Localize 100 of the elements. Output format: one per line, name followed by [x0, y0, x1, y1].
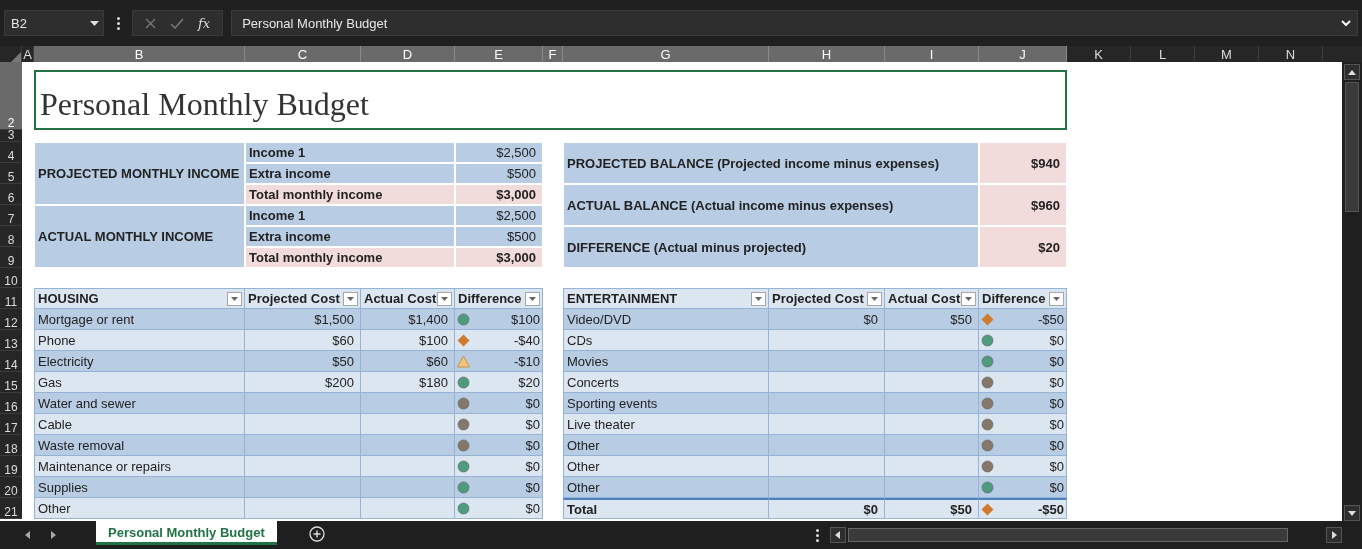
table-cell: Maintenance or repairs [34, 456, 245, 477]
table-cell: Other [563, 435, 769, 456]
table-cell: $0 [769, 498, 885, 519]
more-icon[interactable] [816, 528, 820, 542]
table-cell: $50 [245, 351, 361, 372]
column-header[interactable]: D [361, 46, 455, 62]
row-header[interactable]: 8 [0, 226, 22, 247]
difference-value: $0 [525, 458, 540, 474]
scroll-down-button[interactable] [1344, 505, 1360, 521]
sheet-tab[interactable]: Personal Monthly Budget [96, 521, 277, 545]
section-label: PROJECTED MONTHLY INCOME [34, 142, 245, 205]
row-header[interactable]: 13 [0, 330, 22, 351]
row-header[interactable]: 15 [0, 372, 22, 393]
column-header[interactable]: C [245, 46, 361, 62]
filter-button[interactable] [343, 291, 358, 306]
dropdown-caret-icon [347, 296, 354, 301]
difference-value: $0 [1049, 437, 1064, 453]
row-header[interactable]: 16 [0, 393, 22, 414]
table-cell: Cable [34, 414, 245, 435]
column-header[interactable]: B [34, 46, 245, 62]
table-cell: Electricity [34, 351, 245, 372]
table-cell: Other [563, 456, 769, 477]
row-header[interactable]: 21 [0, 498, 22, 519]
column-header[interactable]: H [769, 46, 885, 62]
column-header[interactable]: E [455, 46, 543, 62]
row-header[interactable]: 19 [0, 456, 22, 477]
row-header[interactable]: 14 [0, 351, 22, 372]
right-arrow-icon [50, 531, 56, 539]
dropdown-caret-icon[interactable] [90, 20, 99, 26]
balance-label: DIFFERENCE (Actual minus projected) [563, 226, 979, 268]
header-text: Actual Cost [364, 291, 437, 306]
filter-button[interactable] [1049, 291, 1064, 306]
row-header[interactable]: 17 [0, 414, 22, 435]
filter-button[interactable] [961, 291, 976, 306]
header-text: Projected Cost [248, 291, 340, 306]
balance-label: PROJECTED BALANCE (Projected income minus expenses) [563, 142, 979, 184]
table-cell: Waste removal [34, 435, 245, 456]
row-header[interactable]: 9 [0, 247, 22, 268]
difference-value: $0 [1049, 416, 1064, 432]
difference-value: $0 [1049, 353, 1064, 369]
scroll-left-button[interactable] [829, 527, 846, 543]
table-cell: Other [563, 477, 769, 498]
row-header[interactable]: 3 [0, 130, 22, 142]
dropdown-caret-icon [1053, 296, 1060, 301]
insert-function-button[interactable]: fx [198, 15, 211, 31]
row-header[interactable]: 10 [0, 268, 22, 288]
row-header[interactable]: 7 [0, 205, 22, 226]
row-header[interactable]: 20 [0, 477, 22, 498]
dropdown-caret-icon [871, 296, 878, 301]
dropdown-caret-icon [441, 296, 448, 301]
row-header[interactable]: 2 [0, 62, 22, 130]
table-cell: Sporting events [563, 393, 769, 414]
filter-button[interactable] [227, 291, 242, 306]
header-text: Actual Cost [888, 291, 961, 306]
row-header[interactable]: 18 [0, 435, 22, 456]
income-label: Income 1 [245, 205, 455, 226]
dropdown-caret-icon [231, 296, 238, 301]
balance-amount: $960 [979, 184, 1067, 226]
table-cell: Supplies [34, 477, 245, 498]
column-header[interactable]: J [979, 46, 1067, 62]
expand-chevron-icon[interactable] [1341, 20, 1351, 26]
row-header[interactable]: 6 [0, 184, 22, 205]
table-cell: $1,400 [361, 309, 455, 330]
scroll-up-button[interactable] [1344, 64, 1360, 80]
table-cell: Water and sewer [34, 393, 245, 414]
dropdown-caret-icon [755, 296, 762, 301]
scroll-right-button[interactable] [1326, 527, 1342, 543]
row-header[interactable]: 4 [0, 142, 22, 163]
difference-value: $100 [511, 311, 540, 327]
difference-value: $20 [518, 374, 540, 390]
row-header[interactable]: 5 [0, 163, 22, 184]
formula-text: Personal Monthly Budget [242, 15, 388, 31]
column-header[interactable]: I [885, 46, 979, 62]
plus-circle-icon [308, 526, 325, 542]
formula-field[interactable]: Personal Monthly Budget [231, 10, 1358, 36]
filter-button[interactable] [437, 291, 452, 306]
left-arrow-icon [835, 531, 841, 539]
difference-value: -$50 [1037, 501, 1064, 517]
more-icon[interactable] [116, 16, 120, 30]
scrollbar-thumb[interactable] [847, 528, 1288, 542]
name-box[interactable]: B2 [4, 10, 104, 36]
income-amount: $2,500 [455, 205, 543, 226]
table-cell: CDs [563, 330, 769, 351]
sheet-title: Personal Monthly Budget [34, 70, 1067, 130]
cancel-icon[interactable] [145, 17, 156, 29]
column-header[interactable]: F [543, 46, 563, 62]
table-cell: Other [34, 498, 245, 519]
check-icon[interactable] [170, 17, 184, 29]
row-header[interactable]: 11 [0, 288, 22, 309]
filter-button[interactable] [525, 291, 540, 306]
filter-button[interactable] [751, 291, 766, 306]
balance-amount: $20 [979, 226, 1067, 268]
row-header[interactable]: 12 [0, 309, 22, 330]
table-cell: Concerts [563, 372, 769, 393]
new-sheet-button[interactable] [308, 526, 327, 544]
table-cell: Gas [34, 372, 245, 393]
income-label: Extra income [245, 163, 455, 184]
scrollbar-thumb[interactable] [1345, 82, 1359, 212]
column-header[interactable]: G [563, 46, 769, 62]
filter-button[interactable] [867, 291, 882, 306]
